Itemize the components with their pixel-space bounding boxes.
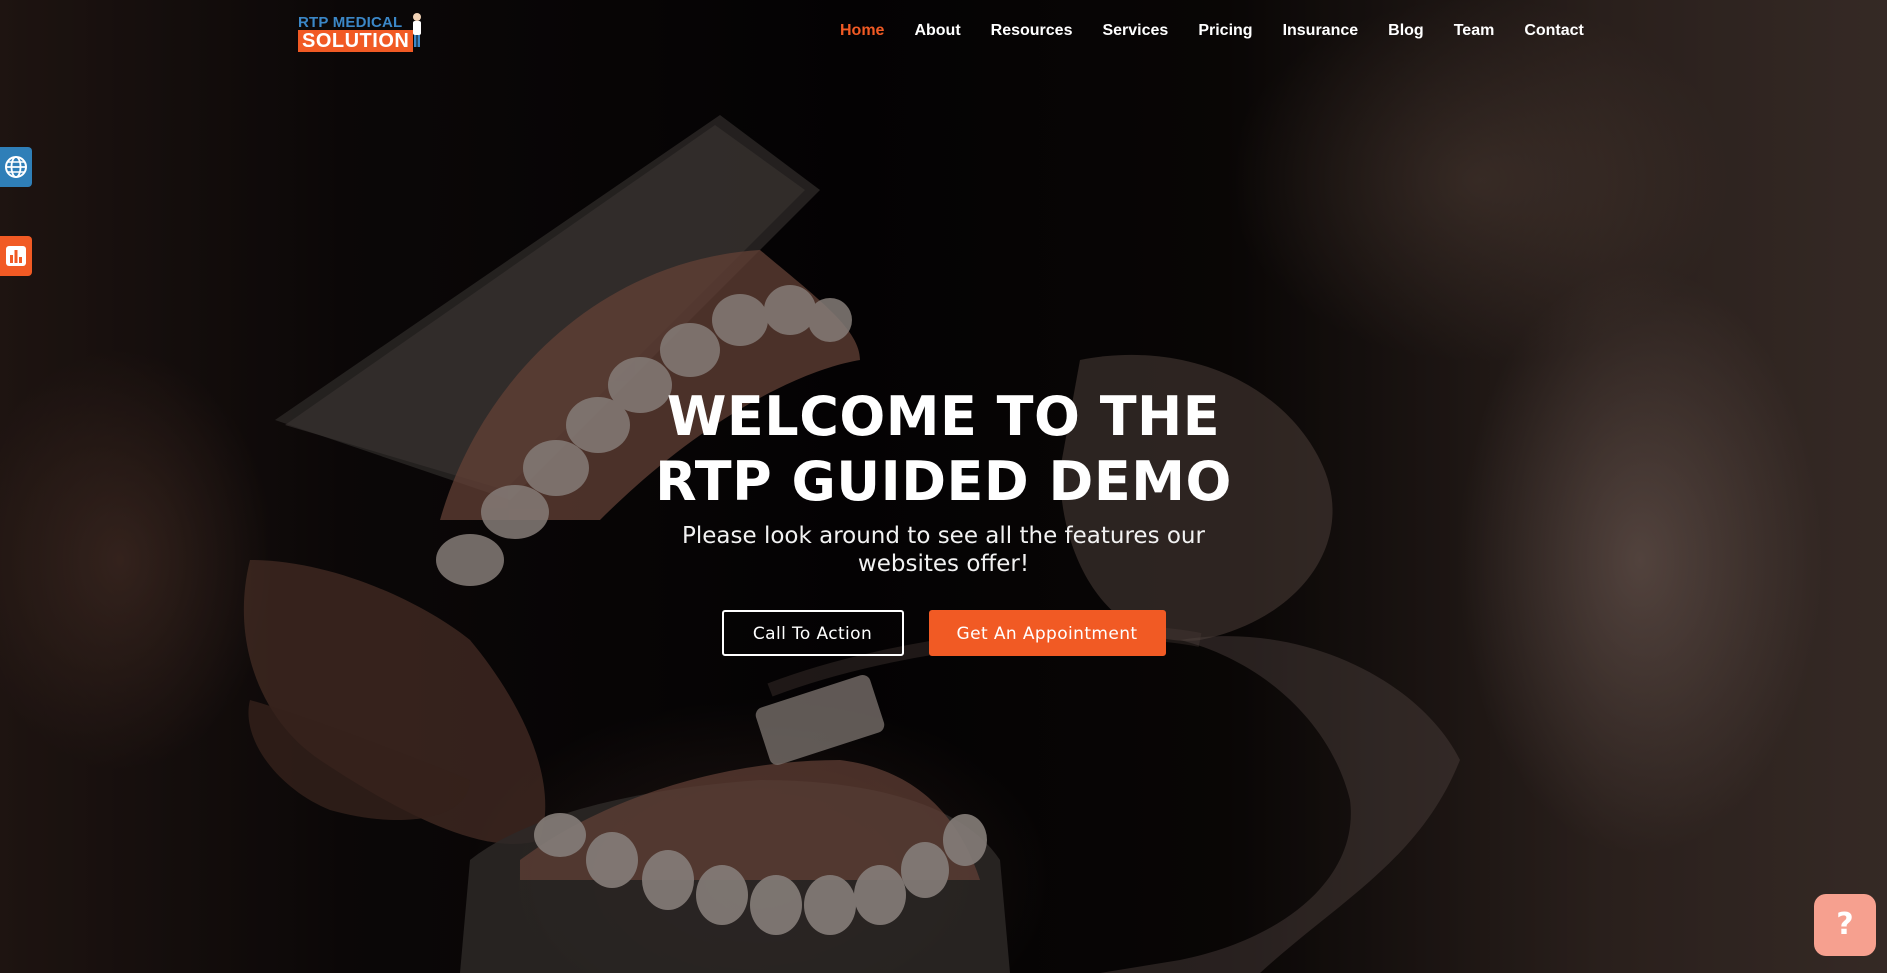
logo-text-bottom: SOLUTION — [298, 30, 414, 52]
nav-team[interactable]: Team — [1454, 22, 1495, 40]
nav-contact[interactable]: Contact — [1524, 22, 1584, 40]
hero-title: WELCOME TO THE RTP GUIDED DEMO — [594, 384, 1294, 514]
site-header: RTP MEDICAL SOLUTION Home About Resource… — [0, 0, 1887, 66]
bar-chart-icon — [6, 246, 26, 266]
nav-insurance[interactable]: Insurance — [1283, 22, 1359, 40]
page: RTP MEDICAL SOLUTION Home About Resource… — [0, 0, 1887, 973]
nav-resources[interactable]: Resources — [991, 22, 1073, 40]
stats-button[interactable] — [0, 236, 32, 276]
nav-blog[interactable]: Blog — [1388, 22, 1424, 40]
nav-home[interactable]: Home — [840, 22, 884, 40]
hero-actions: Call To Action Get An Appointment — [0, 610, 1887, 656]
hero-section: WELCOME TO THE RTP GUIDED DEMO Please lo… — [0, 384, 1887, 656]
hero-title-line2: RTP GUIDED DEMO — [655, 450, 1232, 513]
get-appointment-button[interactable]: Get An Appointment — [928, 610, 1166, 656]
globe-icon — [5, 156, 27, 178]
nav-about[interactable]: About — [914, 22, 960, 40]
logo-text-top: RTP MEDICAL — [298, 14, 403, 31]
hero-title-line1: WELCOME TO THE — [666, 385, 1221, 448]
hero-subtitle: Please look around to see all the featur… — [682, 523, 1205, 577]
brand-logo[interactable]: RTP MEDICAL SOLUTION — [298, 12, 426, 54]
call-to-action-button[interactable]: Call To Action — [721, 610, 904, 656]
nav-pricing[interactable]: Pricing — [1198, 22, 1252, 40]
nav-services[interactable]: Services — [1102, 22, 1168, 40]
doctor-figure-icon — [413, 13, 421, 47]
main-nav: Home About Resources Services Pricing In… — [840, 22, 1614, 40]
help-button[interactable]: ? — [1814, 894, 1876, 956]
question-icon: ? — [1836, 907, 1854, 942]
language-button[interactable] — [0, 147, 32, 187]
